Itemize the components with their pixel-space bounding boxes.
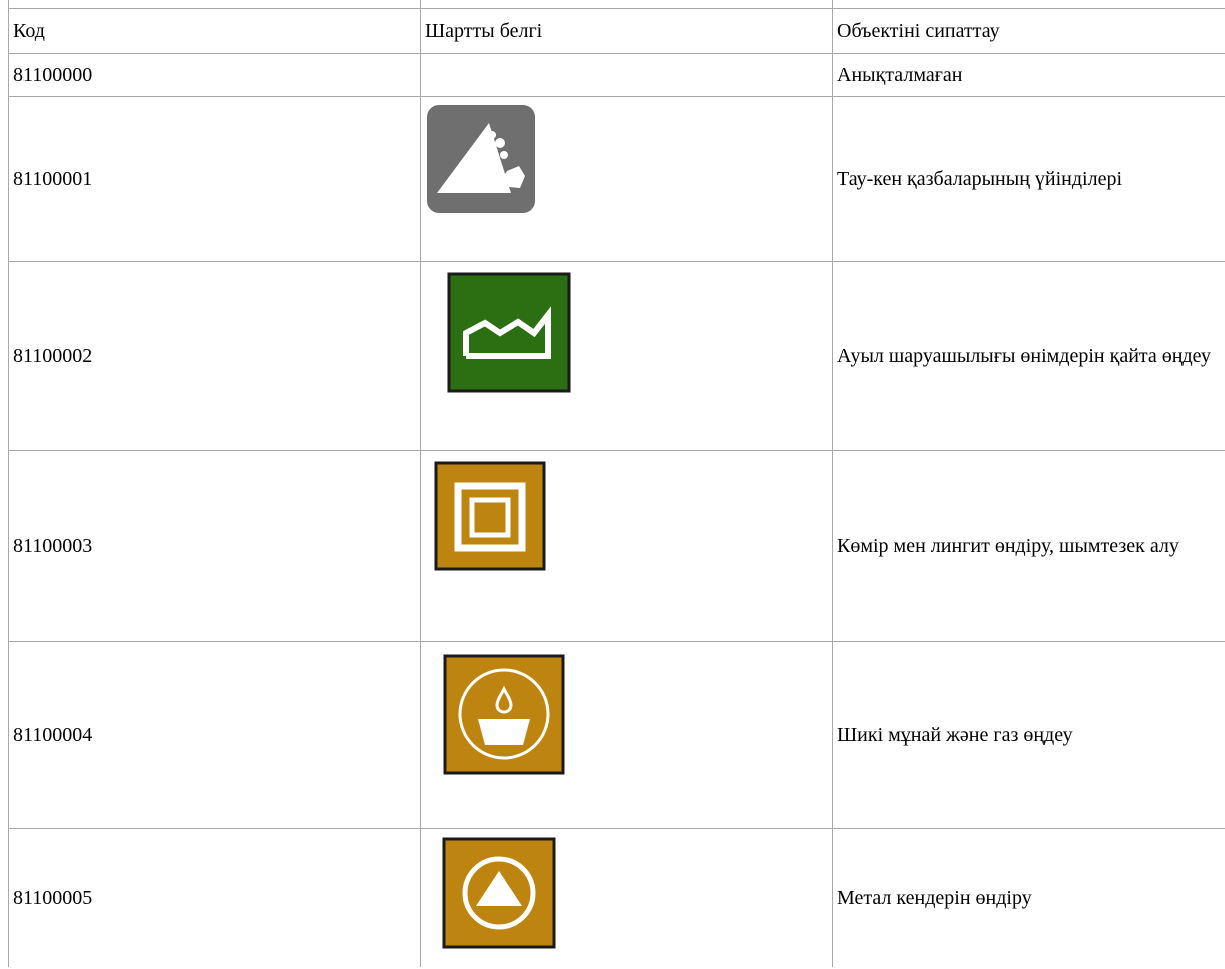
row-symbol — [420, 261, 833, 451]
row-code: 81100005 — [8, 828, 421, 967]
factory-icon — [447, 272, 571, 393]
row-code: 81100003 — [8, 450, 421, 642]
document-page: Код Шартты белгі Объектіні сипаттау 8110… — [0, 0, 1225, 969]
row-code: 81100000 — [8, 53, 421, 97]
table-row: 81100004 Шикі мұнай және газ өңдеу — [8, 641, 1225, 829]
symbol-table: Код Шартты белгі Объектіні сипаттау 8110… — [8, 0, 1225, 967]
header-description: Объектіні сипаттау — [832, 8, 1225, 54]
row-description: Шикі мұнай және газ өңдеу — [832, 641, 1225, 829]
metal-ore-icon — [442, 837, 556, 949]
table-row: 81100005 Метал кендерін өндіру — [8, 828, 1225, 967]
row-description: Ауыл шаруашылығы өнімдерін қайта өңдеу — [832, 261, 1225, 451]
row-symbol — [420, 96, 833, 262]
table-row: 81100002 Ауыл шаруашылығы өнімдерін қайт… — [8, 261, 1225, 451]
row-description: Көмір мен лингит өндіру, шымтезек алу — [832, 450, 1225, 642]
row-description: Тау-кен қазбаларының үйінділері — [832, 96, 1225, 262]
header-symbol: Шартты белгі — [420, 8, 833, 54]
table-frame: Код Шартты белгі Объектіні сипаттау 8110… — [8, 0, 1225, 969]
top-strip-cell — [8, 0, 421, 9]
row-code: 81100002 — [8, 261, 421, 451]
oil-gas-icon — [443, 654, 565, 775]
row-code: 81100004 — [8, 641, 421, 829]
table-row: 81100001 Тау-кен қазбаларының үйінділері — [8, 96, 1225, 262]
table-header-row: Код Шартты белгі Объектіні сипаттау — [8, 8, 1225, 54]
row-code: 81100001 — [8, 96, 421, 262]
coal-mining-icon — [434, 461, 546, 571]
row-symbol-empty — [420, 53, 833, 97]
row-description: Анықталмаған — [832, 53, 1225, 97]
table-row: 81100000 Анықталмаған — [8, 53, 1225, 97]
table-top-strip — [8, 0, 1225, 9]
top-strip-cell — [420, 0, 833, 9]
row-description: Метал кендерін өндіру — [832, 828, 1225, 967]
mine-dump-icon — [427, 105, 535, 213]
table-row: 81100003 Көмір мен лингит өндіру, шымтез… — [8, 450, 1225, 642]
row-symbol — [420, 450, 833, 642]
top-strip-cell — [832, 0, 1225, 9]
row-symbol — [420, 828, 833, 967]
header-code: Код — [8, 8, 421, 54]
row-symbol — [420, 641, 833, 829]
